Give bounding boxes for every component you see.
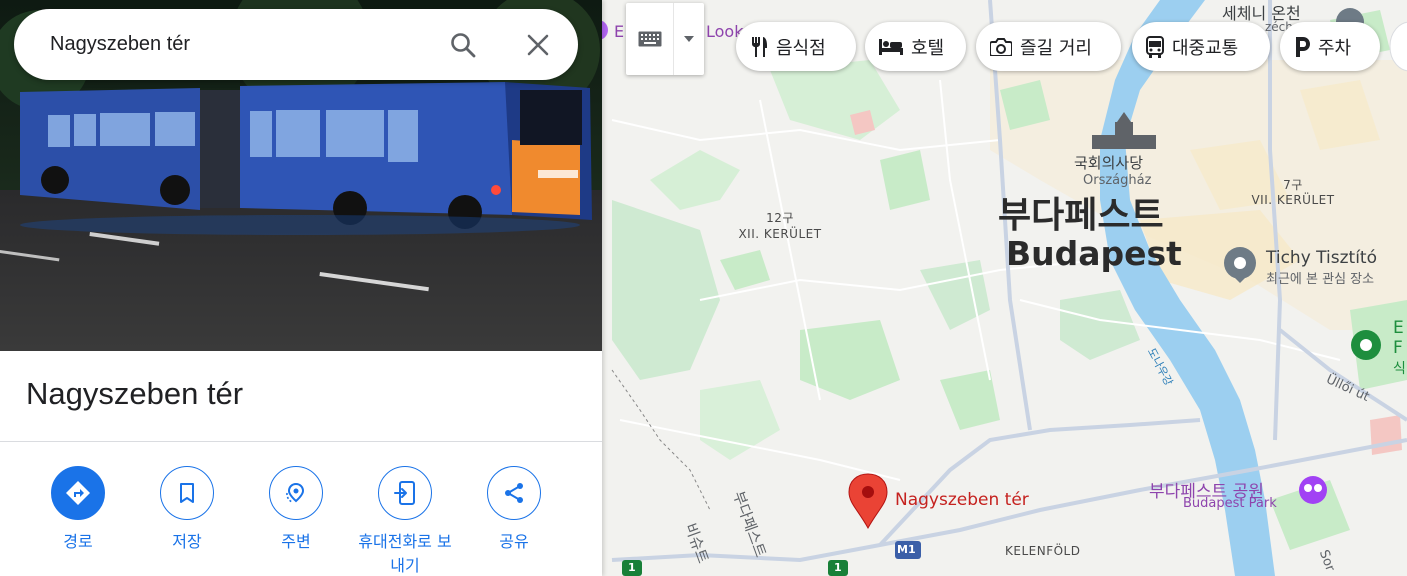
send-to-phone-circle[interactable] [378,466,432,520]
keyboard-dropdown-button[interactable] [674,3,704,75]
chip-hotels-label: 호텔 [911,37,945,59]
chip-parking[interactable]: 주차 [1280,22,1380,71]
district-12-number: 12구 [766,211,794,225]
send-to-phone-label: 휴대전화로 보 내기 [358,532,452,575]
keyboard-button[interactable] [626,3,674,75]
district-7-number: 7구 [1283,178,1303,192]
parking-icon [1294,36,1310,57]
close-icon [527,34,549,56]
search-input[interactable] [50,29,430,59]
search-button[interactable] [444,26,482,64]
right-edge-label-2: F [1393,338,1403,358]
red-map-pin-icon [848,473,888,530]
fork-knife-icon [750,36,768,57]
pin-label[interactable]: Nagyszeben tér [895,490,1029,510]
send-to-phone-button[interactable]: 휴대전화로 보 내기 [355,466,455,576]
tichy-label[interactable]: Tichy Tisztító [1266,248,1377,268]
save-circle[interactable] [160,466,214,520]
garden-icon [1351,330,1381,360]
share-icon [505,483,523,503]
chip-restaurants-label: 음식점 [776,37,826,59]
nearby-icon [286,482,305,503]
m1-label: M1 [897,543,916,556]
budapest-park-sub-label: Budapest Park [1183,496,1277,511]
parliament-sub-label: Országház [1083,173,1152,188]
district-12-name: XII. KERÜLET [738,227,822,241]
search-box [14,9,578,80]
bus-icon [1146,35,1164,58]
place-panel: Nagyszeben tér 경로 저장 [0,0,602,576]
chip-things-to-do-label: 즐길 거리 [1020,37,1092,59]
theater-icon [1299,476,1327,504]
input-tools-control [626,3,704,75]
nearby-circle[interactable] [269,466,323,520]
directions-button[interactable]: 경로 [28,466,128,554]
kelenfold-label: KELENFÖLD [1005,544,1081,558]
send-to-phone-icon [394,481,415,505]
share-label: 공유 [499,532,529,551]
chip-things-to-do[interactable]: 즐길 거리 [976,22,1121,71]
app-root: E Look 12구 XII. KERÜLET 7구 VII. KERÜLET … [0,0,1407,576]
bed-icon [879,38,903,55]
caret-down-icon [684,36,694,42]
map-poi-label-e[interactable]: E [614,22,624,41]
camera-icon [990,37,1012,56]
directions-circle[interactable] [51,466,105,520]
divider [0,441,602,442]
clear-search-button[interactable] [519,26,557,64]
save-button[interactable]: 저장 [137,466,237,554]
district-7-name: VII. KERÜLET [1251,193,1335,207]
chip-transit-label: 대중교통 [1172,37,1239,59]
city-label-ko: 부다페스트 [998,195,1164,236]
bookmark-icon [180,483,194,503]
directions-icon [66,481,90,505]
chip-restaurants[interactable]: 음식점 [736,22,856,71]
share-circle[interactable] [487,466,541,520]
search-icon [451,33,476,58]
chip-transit[interactable]: 대중교통 [1132,22,1270,71]
directions-label: 경로 [63,532,93,551]
city-label-en: Budapest [1006,234,1182,273]
nearby-button[interactable]: 주변 [246,466,346,554]
nearby-label: 주변 [281,532,311,551]
parliament-label[interactable]: 국회의사당 [1074,152,1143,173]
right-edge-label-3: 식 [1393,361,1406,377]
chip-hotels[interactable]: 호텔 [865,22,966,71]
route1-label-right: 1 [834,561,842,574]
keyboard-icon [638,31,661,47]
save-label: 저장 [172,532,202,551]
chip-parking-label: 주차 [1318,37,1352,59]
right-edge-label-1: E [1393,318,1404,338]
share-button[interactable]: 공유 [464,466,564,554]
place-title: Nagyszeben tér [26,376,244,411]
route1-label-left: 1 [628,561,636,574]
tichy-sub-label: 최근에 본 관심 장소 [1266,272,1375,287]
